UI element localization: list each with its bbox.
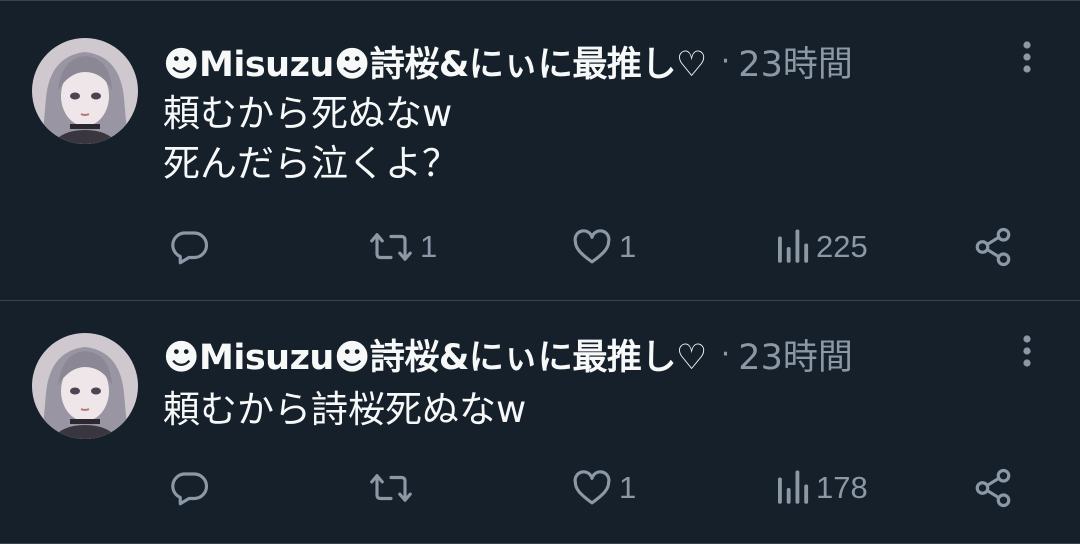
like-button[interactable]: 1 [571,463,636,513]
retweet-count: 1 [420,229,438,264]
tweet-actions: 1 1 225 [0,222,1080,272]
tweet-text: 頼むから詩桜死ぬなw [163,388,527,431]
avatar[interactable] [32,333,138,439]
avatar[interactable] [32,38,138,144]
share-button[interactable] [972,463,1014,513]
like-count: 1 [619,229,637,264]
retweet-icon [368,467,414,509]
retweet-button[interactable]: 1 [368,222,437,272]
reply-icon [168,226,210,268]
views-icon [774,467,810,509]
retweet-button[interactable] [368,463,420,513]
share-icon [972,467,1014,509]
views-icon [774,226,810,268]
reply-icon [168,467,210,509]
tweet-header: ☻Misuzu☻詩桜&にぃに最推し♡ · 23時間 [163,330,940,378]
views-button[interactable]: 225 [774,222,868,272]
tweet[interactable]: ☻Misuzu☻詩桜&にぃに最推し♡ · 23時間 頼むから詩桜死ぬなw 1 1… [0,301,1080,544]
reply-button[interactable] [168,222,216,272]
separator-dot: · [720,43,731,79]
share-button[interactable] [972,222,1014,272]
tweet[interactable]: ☻Misuzu☻詩桜&にぃに最推し♡ · 23時間 頼むから死ぬなw 死んだら泣… [0,0,1080,300]
like-button[interactable]: 1 [571,222,636,272]
reply-button[interactable] [168,463,216,513]
like-count: 1 [619,470,637,505]
view-count: 225 [816,229,868,264]
tweet-text: 頼むから死ぬなw 死んだら泣くよ？ [163,92,459,185]
retweet-icon [368,226,414,268]
heart-icon [571,467,613,509]
tweet-actions: 1 178 [0,463,1080,513]
more-icon[interactable] [1013,38,1041,78]
more-icon[interactable] [1013,332,1041,372]
share-icon [972,226,1014,268]
timestamp[interactable]: 23時間 [738,36,853,87]
separator-dot: · [720,336,731,372]
tweet-header: ☻Misuzu☻詩桜&にぃに最推し♡ · 23時間 [163,37,940,85]
view-count: 178 [816,470,868,505]
timestamp[interactable]: 23時間 [738,329,853,380]
author-name[interactable]: ☻Misuzu☻詩桜&にぃに最推し♡ [163,36,707,87]
heart-icon [571,226,613,268]
author-name[interactable]: ☻Misuzu☻詩桜&にぃに最推し♡ [163,329,707,380]
views-button[interactable]: 178 [774,463,868,513]
